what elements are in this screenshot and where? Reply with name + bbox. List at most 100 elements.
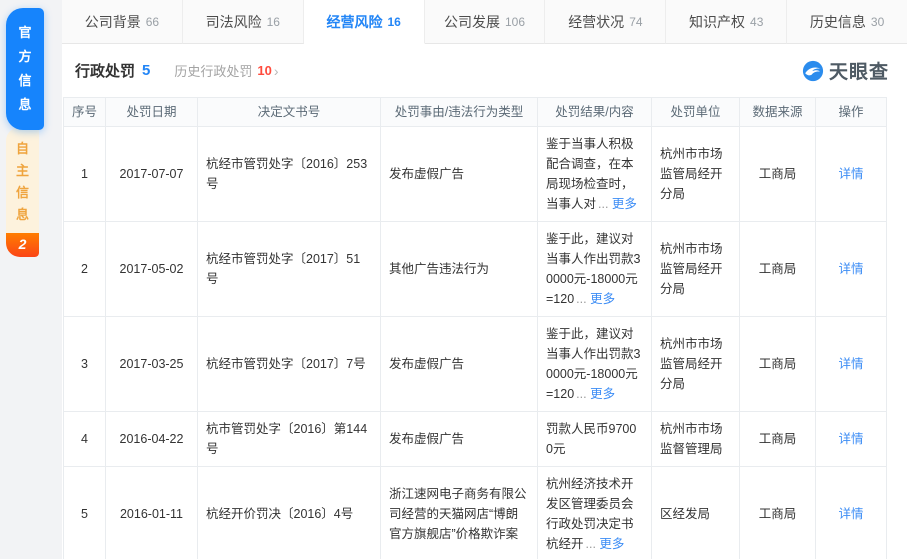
penalty-result: 杭州经济技术开发区管理委员会行政处罚决定书 杭经开... 更多 xyxy=(538,467,652,559)
operation-cell: 详情 xyxy=(816,222,887,317)
column-header: 操作 xyxy=(816,98,887,127)
penalty-date: 2016-04-22 xyxy=(106,412,198,467)
top-tab-count: 30 xyxy=(871,15,884,29)
row-index: 1 xyxy=(64,127,106,222)
data-source: 工商局 xyxy=(740,222,816,317)
row-index: 4 xyxy=(64,412,106,467)
top-tab-label: 历史信息 xyxy=(810,12,866,32)
operation-cell: 详情 xyxy=(816,127,887,222)
column-header: 处罚事由/违法行为类型 xyxy=(381,98,538,127)
history-penalty-link[interactable]: 历史行政处罚 10 › xyxy=(174,61,278,80)
top-tab[interactable]: 司法风险 16 xyxy=(183,0,304,44)
self-info-count-badge: 2 xyxy=(6,233,39,257)
detail-link[interactable]: 详情 xyxy=(838,357,863,371)
data-source: 工商局 xyxy=(740,317,816,412)
penalty-unit: 杭州市市场监管局经开分局 xyxy=(652,317,740,412)
official-info-label: 官方信息 xyxy=(18,21,32,117)
table-row: 4 2016-04-22 杭市管罚处字〔2016〕第144号 发布虚假广告 罚款… xyxy=(64,412,887,467)
more-link[interactable]: 更多 xyxy=(590,292,615,306)
column-header: 数据来源 xyxy=(740,98,816,127)
penalty-result: 鉴于此，建议对当事人作出罚款30000元-18000元=120... 更多 xyxy=(538,317,652,412)
penalty-date: 2017-07-07 xyxy=(106,127,198,222)
column-header: 处罚单位 xyxy=(652,98,740,127)
penalty-reason: 发布虚假广告 xyxy=(381,317,538,412)
doc-number: 杭经市管罚处字〔2016〕253号 xyxy=(198,127,381,222)
top-tab-label: 公司发展 xyxy=(444,12,500,32)
top-tab-bar: 公司背景 66 司法风险 16 经营风险 16 公司发展 106 经营状况 74… xyxy=(62,0,907,44)
self-info-label: 自主信息 xyxy=(16,138,30,226)
tianyancha-logo: 天眼查 xyxy=(802,57,889,84)
top-tab[interactable]: 历史信息 30 xyxy=(787,0,907,44)
detail-link[interactable]: 详情 xyxy=(838,262,863,276)
doc-number: 杭经市管罚处字〔2017〕51号 xyxy=(198,222,381,317)
main-panel: 公司背景 66 司法风险 16 经营风险 16 公司发展 106 经营状况 74… xyxy=(62,0,907,559)
sidebar-tab-official-info[interactable]: 官方信息 xyxy=(6,8,44,130)
top-tab-count: 74 xyxy=(629,15,642,29)
top-tab-count: 16 xyxy=(387,15,400,29)
column-header: 序号 xyxy=(64,98,106,127)
top-tab-label: 经营风险 xyxy=(326,12,382,32)
top-tab-count: 16 xyxy=(267,15,280,29)
detail-link[interactable]: 详情 xyxy=(838,432,863,446)
data-source: 工商局 xyxy=(740,127,816,222)
operation-cell: 详情 xyxy=(816,317,887,412)
column-header: 处罚结果/内容 xyxy=(538,98,652,127)
penalty-reason: 发布虚假广告 xyxy=(381,127,538,222)
ellipsis-text: ... xyxy=(576,292,586,306)
more-link[interactable]: 更多 xyxy=(590,387,615,401)
chevron-right-icon: › xyxy=(274,63,279,79)
penalty-result-text: 罚款人民币97000元 xyxy=(546,422,636,456)
penalty-table: 序号处罚日期决定文书号处罚事由/违法行为类型处罚结果/内容处罚单位数据来源操作 … xyxy=(63,97,887,559)
top-tab-label: 公司背景 xyxy=(85,12,141,32)
ellipsis-text: ... xyxy=(586,537,596,551)
data-source: 工商局 xyxy=(740,467,816,559)
table-row: 3 2017-03-25 杭经市管罚处字〔2017〕7号 发布虚假广告 鉴于此，… xyxy=(64,317,887,412)
sidebar-tab-self-info[interactable]: 自主信息 2 xyxy=(6,127,39,257)
doc-number: 杭经开价罚决〔2016〕4号 xyxy=(198,467,381,559)
top-tab[interactable]: 知识产权 43 xyxy=(666,0,787,44)
penalty-reason: 浙江速网电子商务有限公司经营的天猫网店“博朗官方旗舰店”价格欺诈案 xyxy=(381,467,538,559)
column-header: 决定文书号 xyxy=(198,98,381,127)
more-link[interactable]: 更多 xyxy=(612,197,637,211)
left-side-tabs: 官方信息 自主信息 2 xyxy=(0,0,62,559)
history-penalty-count: 10 xyxy=(257,63,271,78)
top-tab-label: 经营状况 xyxy=(568,12,624,32)
top-tab-count: 106 xyxy=(505,15,525,29)
ellipsis-text: ... xyxy=(576,387,586,401)
top-tab-label: 知识产权 xyxy=(689,12,745,32)
penalty-unit: 区经发局 xyxy=(652,467,740,559)
top-tab[interactable]: 公司发展 106 xyxy=(425,0,546,44)
top-tab[interactable]: 经营状况 74 xyxy=(545,0,666,44)
more-link[interactable]: 更多 xyxy=(599,537,624,551)
section-header: 行政处罚 5 历史行政处罚 10 › 天眼查 xyxy=(62,44,907,97)
table-row: 2 2017-05-02 杭经市管罚处字〔2017〕51号 其他广告违法行为 鉴… xyxy=(64,222,887,317)
history-penalty-label: 历史行政处罚 xyxy=(174,61,252,80)
penalty-result: 罚款人民币97000元... 更多 xyxy=(538,412,652,467)
row-index: 5 xyxy=(64,467,106,559)
ellipsis-text: ... xyxy=(598,197,608,211)
penalty-unit: 杭州市市场监管局经开分局 xyxy=(652,127,740,222)
penalty-date: 2016-01-11 xyxy=(106,467,198,559)
detail-link[interactable]: 详情 xyxy=(838,167,863,181)
doc-number: 杭市管罚处字〔2016〕第144号 xyxy=(198,412,381,467)
table-header-row: 序号处罚日期决定文书号处罚事由/违法行为类型处罚结果/内容处罚单位数据来源操作 xyxy=(64,98,887,127)
table-row: 5 2016-01-11 杭经开价罚决〔2016〕4号 浙江速网电子商务有限公司… xyxy=(64,467,887,559)
top-tab[interactable]: 公司背景 66 xyxy=(62,0,183,44)
operation-cell: 详情 xyxy=(816,412,887,467)
penalty-unit: 杭州市市场监管局经开分局 xyxy=(652,222,740,317)
operation-cell: 详情 xyxy=(816,467,887,559)
data-source: 工商局 xyxy=(740,412,816,467)
penalty-reason: 发布虚假广告 xyxy=(381,412,538,467)
column-header: 处罚日期 xyxy=(106,98,198,127)
detail-link[interactable]: 详情 xyxy=(838,507,863,521)
top-tab[interactable]: 经营风险 16 xyxy=(304,0,425,44)
tianyancha-logo-text: 天眼查 xyxy=(829,57,889,84)
penalty-result: 鉴于此，建议对当事人作出罚款30000元-18000元=120... 更多 xyxy=(538,222,652,317)
penalty-unit: 杭州市市场监督管理局 xyxy=(652,412,740,467)
top-tab-label: 司法风险 xyxy=(206,12,262,32)
top-tab-count: 43 xyxy=(750,15,763,29)
doc-number: 杭经市管罚处字〔2017〕7号 xyxy=(198,317,381,412)
tianyancha-eye-icon xyxy=(802,60,824,82)
table-row: 1 2017-07-07 杭经市管罚处字〔2016〕253号 发布虚假广告 鉴于… xyxy=(64,127,887,222)
section-title: 行政处罚 xyxy=(75,60,135,81)
